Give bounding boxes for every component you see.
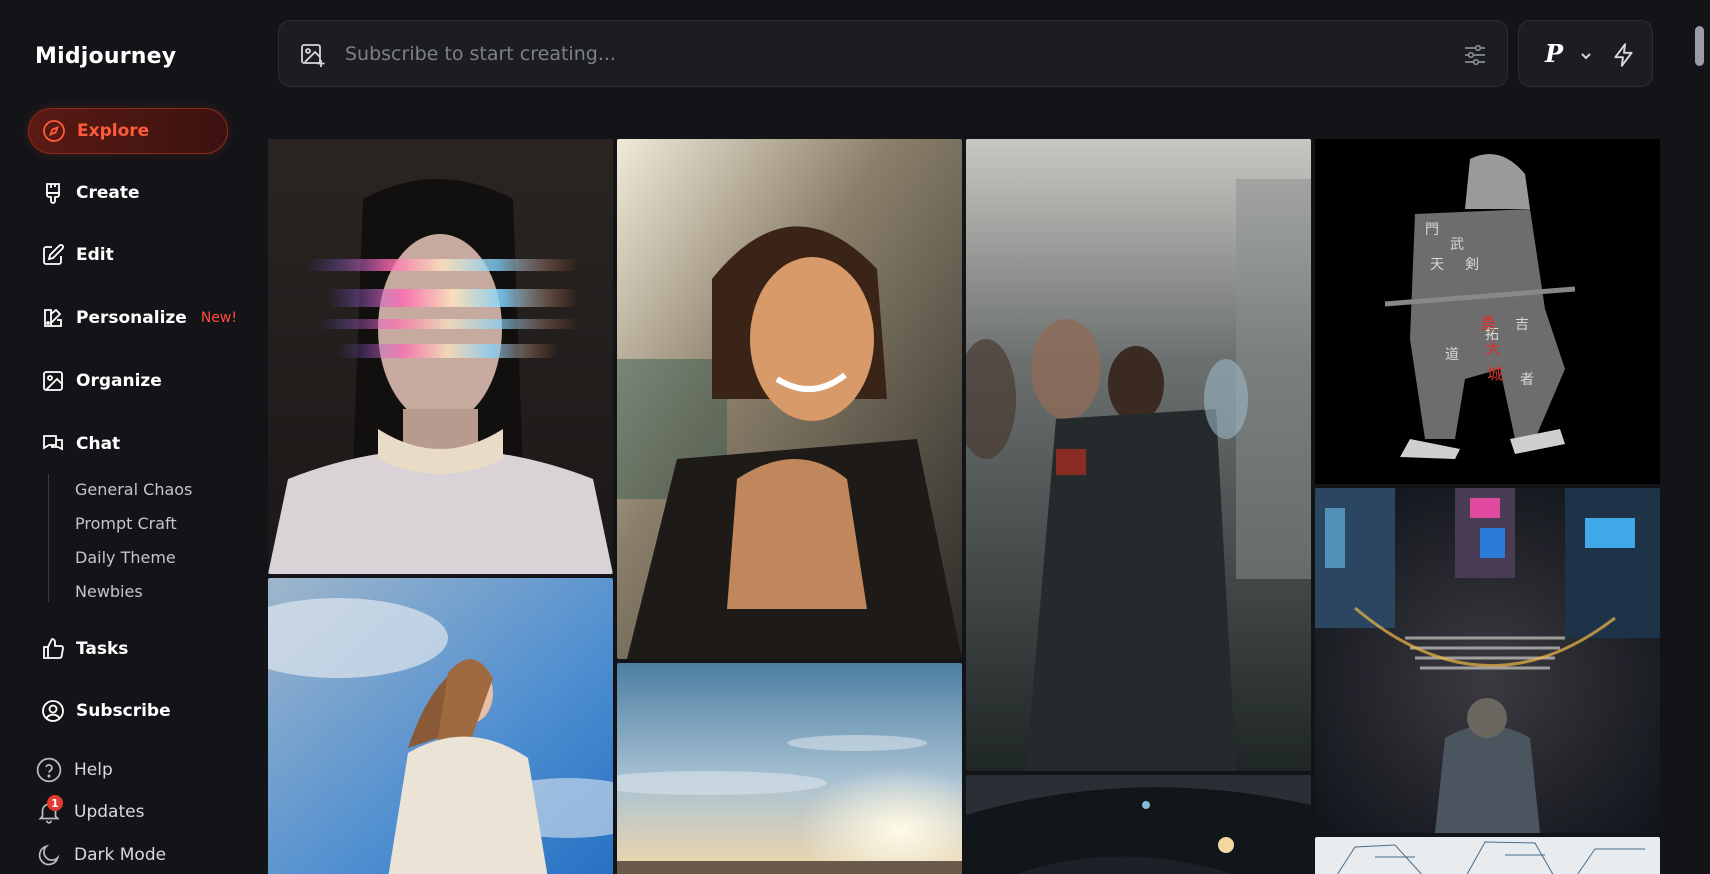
prompt-input[interactable] xyxy=(345,35,1425,73)
sidebar-item-label: Subscribe xyxy=(76,701,171,721)
updates-count-badge: 1 xyxy=(47,795,63,811)
explore-gallery: 門武天 剣拓吉 道者 勇大城 xyxy=(268,139,1660,874)
updates-link[interactable]: 1 Updates xyxy=(36,795,145,825)
chat-channel-prompt-craft[interactable]: Prompt Craft xyxy=(75,514,177,533)
chat-channel-list: General Chaos Prompt Craft Daily Theme N… xyxy=(48,474,238,602)
sidebar-item-subscribe[interactable]: Subscribe xyxy=(28,688,228,734)
chat-icon xyxy=(40,431,66,457)
dark-mode-toggle[interactable]: Dark Mode xyxy=(36,842,166,868)
sidebar-item-label: Tasks xyxy=(76,639,129,659)
sidebar-item-label: Create xyxy=(76,183,140,203)
bell-icon: 1 xyxy=(36,795,63,825)
help-icon xyxy=(36,757,62,783)
svg-text:剣: 剣 xyxy=(1465,257,1479,273)
user-circle-icon xyxy=(40,698,66,724)
chevron-down-icon[interactable] xyxy=(1579,48,1593,62)
car-interior-image[interactable] xyxy=(966,775,1311,874)
mode-selector: P xyxy=(1518,20,1653,87)
scrollbar-thumb[interactable] xyxy=(1695,26,1704,66)
sidebar-item-chat[interactable]: Chat xyxy=(28,421,228,467)
scrollbar[interactable] xyxy=(1690,0,1710,874)
help-label: Help xyxy=(74,760,113,780)
chat-channel-newbies[interactable]: Newbies xyxy=(75,582,143,601)
compass-icon xyxy=(41,118,67,144)
dark-mode-label: Dark Mode xyxy=(74,845,167,865)
lightning-icon[interactable] xyxy=(1611,42,1637,68)
sidebar-item-label: Personalize xyxy=(76,308,187,328)
sidebar-item-label: Edit xyxy=(76,245,114,265)
app-logo[interactable]: Midjourney xyxy=(35,44,176,69)
sidebar-item-explore[interactable]: Explore xyxy=(28,108,228,154)
svg-text:道: 道 xyxy=(1445,347,1459,363)
sidebar-item-label: Explore xyxy=(77,121,150,141)
sunset-sky-image[interactable] xyxy=(617,663,962,874)
sidebar-item-organize[interactable]: Organize xyxy=(28,358,228,404)
new-badge: New! xyxy=(200,310,237,326)
brush-icon xyxy=(40,180,66,206)
svg-text:武: 武 xyxy=(1450,237,1464,253)
personalization-toggle[interactable]: P xyxy=(1545,39,1563,68)
updates-label: Updates xyxy=(74,802,145,822)
thumbs-up-icon xyxy=(40,636,66,662)
edit-icon xyxy=(40,242,66,268)
svg-text:大: 大 xyxy=(1485,339,1501,358)
svg-text:者: 者 xyxy=(1520,372,1534,388)
sidebar: Midjourney Explore Create Edit Personali… xyxy=(0,0,260,874)
image-icon xyxy=(40,368,66,394)
prompt-bar xyxy=(278,20,1508,87)
help-link[interactable]: Help xyxy=(36,757,113,783)
palette-icon xyxy=(40,305,66,331)
svg-text:吉: 吉 xyxy=(1515,317,1529,333)
sidebar-item-edit[interactable]: Edit xyxy=(28,232,228,278)
settings-sliders-icon[interactable] xyxy=(1461,41,1489,69)
chat-channel-daily-theme[interactable]: Daily Theme xyxy=(75,548,176,567)
sidebar-item-create[interactable]: Create xyxy=(28,170,228,216)
glitch-portrait-image[interactable] xyxy=(268,139,613,574)
sidebar-item-personalize[interactable]: Personalize New! xyxy=(28,295,258,341)
chat-channel-general-chaos[interactable]: General Chaos xyxy=(75,480,192,499)
smiling-woman-backpack-image[interactable] xyxy=(617,139,962,659)
svg-text:天: 天 xyxy=(1430,257,1444,273)
sidebar-item-label: Chat xyxy=(76,434,121,454)
woman-sweater-sky-image[interactable] xyxy=(268,578,613,874)
sidebar-item-label: Organize xyxy=(76,371,162,391)
sketch-building-image[interactable] xyxy=(1315,837,1660,874)
moon-icon xyxy=(36,842,62,868)
kanji-samurai-image[interactable]: 門武天 剣拓吉 道者 勇大城 xyxy=(1315,139,1660,484)
city-crossing-aerial-image[interactable] xyxy=(1315,488,1660,833)
svg-text:勇: 勇 xyxy=(1480,314,1496,333)
blurred-crowd-image[interactable] xyxy=(966,139,1311,771)
add-image-icon[interactable] xyxy=(299,41,327,69)
sidebar-item-tasks[interactable]: Tasks xyxy=(28,626,228,672)
svg-text:城: 城 xyxy=(1487,364,1503,383)
svg-text:門: 門 xyxy=(1425,222,1439,238)
